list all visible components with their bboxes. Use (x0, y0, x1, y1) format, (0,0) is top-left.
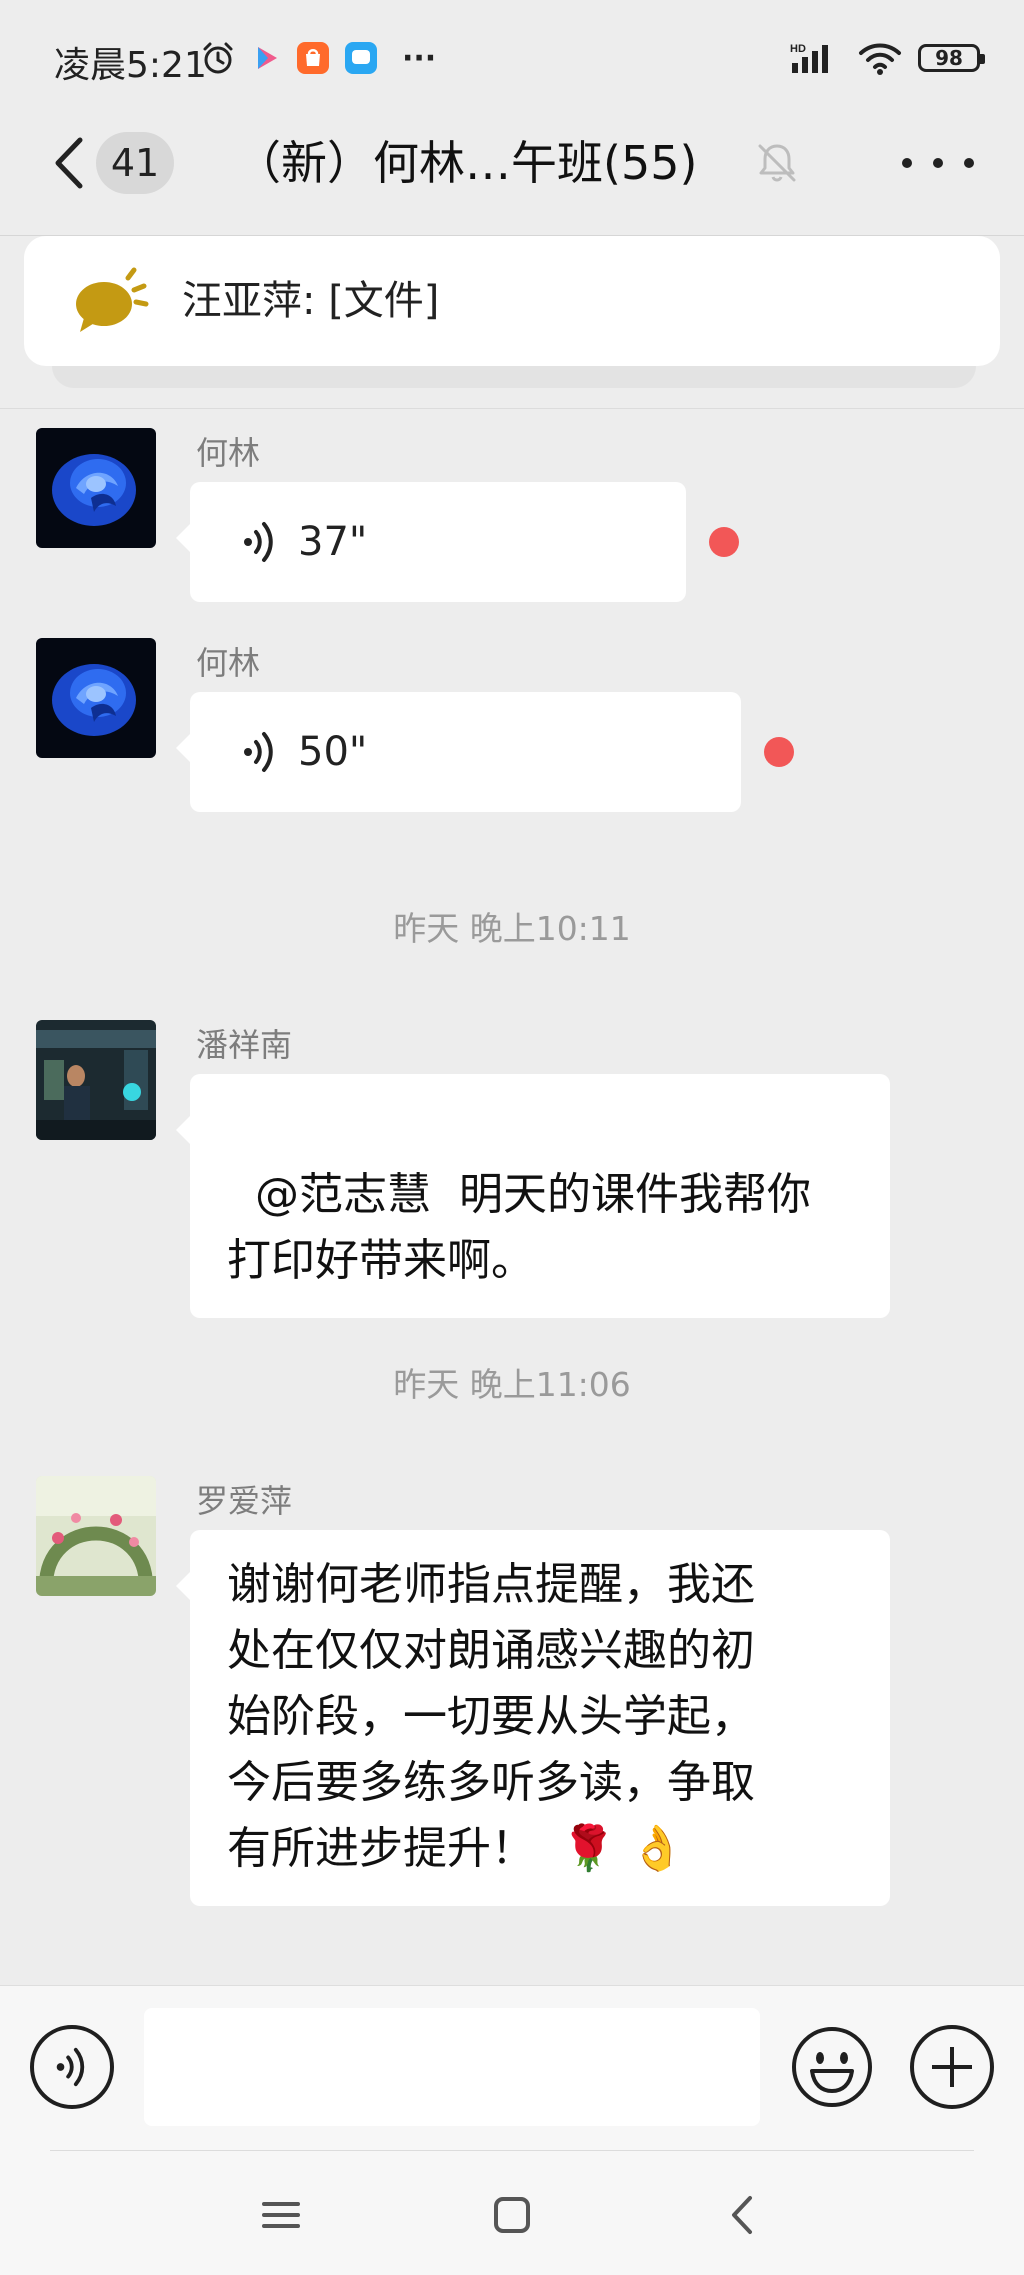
status-notification-icons: ··· (200, 38, 436, 78)
message-timestamp: 昨天 晚上11:06 (393, 1365, 631, 1404)
plus-icon[interactable] (910, 2025, 994, 2109)
voice-duration: 50" (298, 729, 368, 775)
unread-count-badge[interactable]: 41 (96, 132, 174, 194)
avatar-luoaiping[interactable] (36, 1476, 156, 1596)
battery-level: 98 (935, 46, 963, 70)
back-nav-icon[interactable] (708, 2180, 778, 2250)
wifi-icon (859, 43, 901, 75)
message-text: @范志慧 明天的课件我帮你 打印好带来啊。 (227, 1169, 811, 1286)
announcement-icon (76, 267, 149, 332)
pinned-divider (0, 408, 1024, 409)
sender-name: 何林 (196, 644, 261, 682)
back-icon[interactable] (44, 130, 94, 196)
chat-app-icon (345, 42, 377, 74)
voice-wave-icon (244, 732, 273, 772)
emoji-icon[interactable] (790, 2025, 874, 2109)
unread-dot (709, 527, 739, 557)
status-system-icons: HD 98 (790, 38, 985, 78)
pinned-message-card[interactable] (24, 236, 1000, 366)
alarm-icon (203, 42, 233, 74)
unread-dot (764, 737, 794, 767)
message-timestamp: 昨天 晚上10:11 (393, 909, 631, 948)
video-app-icon (258, 47, 277, 69)
voice-wave-icon (244, 522, 273, 562)
avatar-panxiangnan[interactable] (36, 1020, 156, 1140)
text-message-bubble[interactable]: 谢谢何老师指点提醒，我还 处在仅仅对朗诵感兴趣的初 始阶段，一切要从头学起， 今… (176, 1530, 890, 1906)
voice-duration: 37" (298, 519, 368, 565)
pinned-message-text: 汪亚萍: [文件] (182, 278, 440, 324)
menu-icon[interactable] (246, 2180, 316, 2250)
mi-store-app-icon (297, 42, 329, 74)
sender-name: 罗爱萍 (196, 1482, 293, 1520)
message-input[interactable] (144, 2008, 760, 2126)
rose-emoji: 🌹 (561, 1823, 616, 1874)
chat-title[interactable]: （新）何林…午班(55) (235, 132, 697, 194)
sender-name: 何林 (196, 434, 261, 472)
sender-name: 潘祥南 (196, 1026, 293, 1064)
status-time: 凌晨5:21 (54, 45, 207, 86)
status-bar: 凌晨5:21 ··· HD 98 (0, 0, 1024, 120)
ok-hand-emoji: 👌 (629, 1823, 685, 1874)
text-message-bubble[interactable]: @范志慧 明天的课件我帮你 打印好带来啊。 (176, 1074, 890, 1318)
avatar-helin[interactable] (36, 428, 156, 548)
more-icon[interactable] (902, 140, 974, 186)
hd-label: HD (790, 43, 806, 55)
battery-icon: 98 (918, 44, 985, 72)
voice-input-icon[interactable] (30, 2025, 114, 2109)
avatar-helin[interactable] (36, 638, 156, 758)
voice-message-bubble[interactable]: 50" (176, 692, 741, 812)
signal-icon: HD (790, 43, 828, 73)
home-icon[interactable] (477, 2180, 547, 2250)
mute-bell-icon (758, 144, 796, 182)
voice-wave-icon (56, 2047, 85, 2087)
input-divider (50, 2150, 974, 2151)
voice-message-bubble[interactable]: 37" (176, 482, 686, 602)
more-notifications-indicator: ··· (402, 40, 437, 76)
